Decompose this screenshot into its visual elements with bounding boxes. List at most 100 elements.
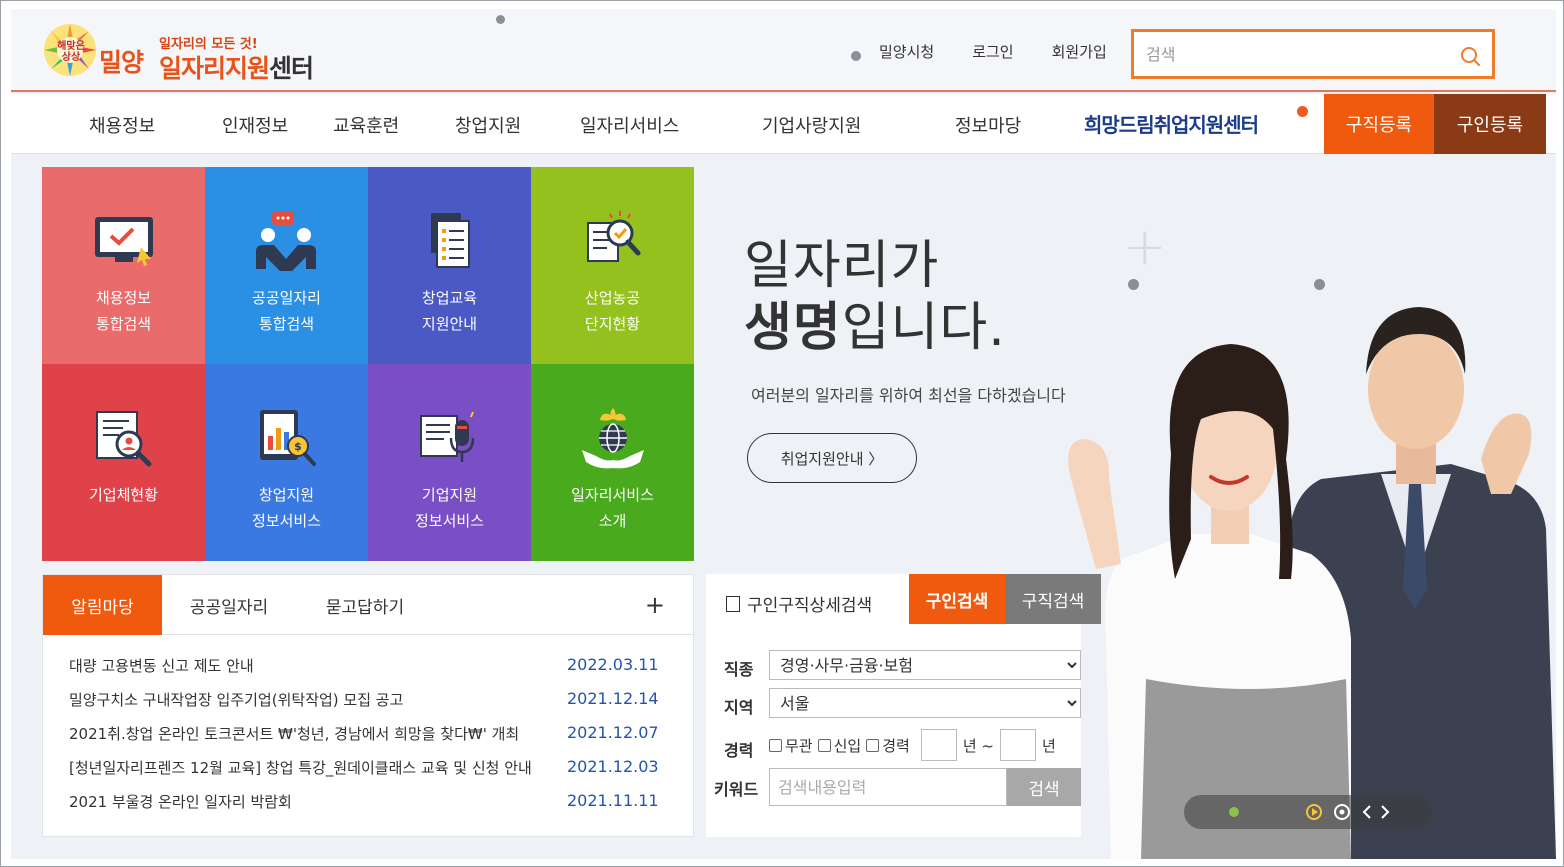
svg-text:$: $ [294, 440, 302, 453]
notice-date: 2022.03.11 [567, 655, 659, 674]
board-tabs: 알림마당 공공일자리 묻고답하기 + [43, 575, 693, 635]
notice-title[interactable]: 밀양구치소 구내작업장 입주기업(위탁작업) 모집 공고 [69, 689, 534, 710]
header: 해맞은 상상 밀양 일자리의 모든 것! 일자리지원센터 밀양시청 로그인 회원… [11, 9, 1556, 92]
list-item[interactable]: 대량 고용변동 신고 제도 안내 2022.03.11 [69, 651, 669, 685]
list-item[interactable]: [청년일자리프렌즈 12월 교육] 창업 특강_원데이클래스 교육 및 신청 안… [69, 753, 669, 787]
chevron-right-icon [1381, 805, 1390, 819]
nav-talent-info[interactable]: 인재정보 [222, 112, 288, 138]
magnifier-document-icon [586, 211, 640, 262]
link-signup[interactable]: 회원가입 [1052, 41, 1107, 62]
tile-company-status[interactable]: 기업체현황 [42, 364, 205, 561]
year-range-separator: 년 ~ [962, 736, 994, 755]
search-report-icon [95, 411, 151, 467]
tile-label: 공공일자리 통합검색 [251, 289, 321, 333]
decorative-dot [851, 50, 861, 61]
tile-label: 창업지원 정보서비스 [251, 486, 321, 530]
tile-label: 창업교육 지원안내 [421, 289, 478, 333]
link-city-hall[interactable]: 밀양시청 [879, 41, 934, 62]
job-search-title: 구인구직상세검색 [726, 591, 872, 616]
top-links: 밀양시청 로그인 회원가입 [851, 41, 1145, 62]
pause-icon [1334, 804, 1350, 820]
career-none-checkbox[interactable]: 무관 [769, 735, 813, 756]
link-login[interactable]: 로그인 [972, 41, 1013, 62]
nav-recruit-info[interactable]: 채용정보 [89, 112, 155, 138]
tile-industrial-complex[interactable]: 산업농공 단지현황 [531, 167, 694, 364]
logo-title-orange: 일자리지원 [159, 54, 270, 83]
hero-title-bold: 생명 [744, 298, 842, 358]
tab-recruit-search[interactable]: 구인검색 [909, 574, 1005, 624]
nav-info-square[interactable]: 정보마당 [955, 112, 1021, 138]
notice-title[interactable]: [청년일자리프렌즈 12월 교육] 창업 특강_원데이클래스 교육 및 신청 안… [69, 757, 534, 778]
year-unit: 년 [1041, 736, 1056, 755]
notice-title[interactable]: 2021취.창업 온라인 토크콘서트 ₩'청년, 경남에서 희망을 찾다₩' 개… [69, 723, 534, 744]
search-icon[interactable] [1458, 44, 1482, 68]
tile-startup-education[interactable]: 창업교육 지원안내 [368, 167, 531, 364]
tile-label: 기업지원 정보서비스 [414, 486, 484, 530]
region-select[interactable]: 서울 [769, 688, 1081, 718]
hero-people-image [1068, 307, 1556, 859]
notice-list: 대량 고용변동 신고 제도 안내 2022.03.11 밀양구치소 구내작업장 … [69, 651, 669, 821]
category-label: 직종 [724, 660, 754, 679]
tile-company-info-service[interactable]: 기업지원 정보서비스 [368, 364, 531, 561]
document-icon [726, 595, 740, 612]
chevron-left-icon [1362, 805, 1371, 819]
tab-qna[interactable]: 묻고답하기 [305, 575, 425, 635]
notice-date: 2021.12.03 [567, 757, 659, 776]
tile-recruit-search[interactable]: 채용정보 통합검색 [42, 167, 205, 364]
tile-job-service-intro[interactable]: 일자리서비스 소개 [531, 364, 694, 561]
nav-job-service[interactable]: 일자리서비스 [580, 112, 679, 138]
notice-board: 알림마당 공공일자리 묻고답하기 + 대량 고용변동 신고 제도 안내 2022… [42, 574, 694, 837]
slider-control [1184, 795, 1432, 829]
year-to-input[interactable] [999, 729, 1036, 761]
more-plus-icon[interactable]: + [645, 591, 665, 619]
list-item[interactable]: 2021 부울경 온라인 일자리 박람회 2021.11.11 [69, 787, 669, 821]
search-box [1131, 29, 1495, 79]
play-icon [1306, 804, 1322, 820]
year-from-input[interactable] [920, 729, 957, 761]
tile-startup-info-service[interactable]: $ 창업지원 정보서비스 [205, 364, 368, 561]
career-new-checkbox[interactable]: 신입 [817, 735, 861, 756]
tile-label: 채용정보 통합검색 [95, 289, 152, 333]
main-nav: 채용정보 인재정보 교육훈련 창업지원 일자리서비스 기업사랑지원 정보마당 희… [11, 94, 1556, 154]
document-mic-icon [419, 411, 474, 462]
search-input[interactable] [1146, 42, 1446, 66]
hero-title-line1: 일자리가 [744, 236, 940, 296]
nav-startup[interactable]: 창업지원 [455, 112, 521, 138]
list-item[interactable]: 2021취.창업 온라인 토크콘서트 ₩'청년, 경남에서 희망을 찾다₩' 개… [69, 719, 669, 753]
notice-title[interactable]: 2021 부울경 온라인 일자리 박람회 [69, 791, 534, 812]
browser-frame: 해맞은 상상 밀양 일자리의 모든 것! 일자리지원센터 밀양시청 로그인 회원… [0, 0, 1564, 867]
hero-title-line2: 생명입니다. [744, 297, 1006, 359]
tile-label: 일자리서비스 소개 [571, 486, 654, 530]
notification-dot [1297, 106, 1308, 117]
region-label: 지역 [724, 698, 754, 717]
jobseek-register-button[interactable]: 구직등록 [1324, 94, 1434, 154]
recruit-register-button[interactable]: 구인등록 [1434, 94, 1546, 154]
tile-public-job-search[interactable]: 공공일자리 통합검색 [205, 167, 368, 364]
tile-label: 기업체현황 [88, 486, 158, 504]
page: 해맞은 상상 밀양 일자리의 모든 것! 일자리지원센터 밀양시청 로그인 회원… [11, 9, 1556, 859]
employment-support-button[interactable]: 취업지원안내 〉 [747, 433, 917, 483]
tab-public-jobs[interactable]: 공공일자리 [169, 575, 289, 635]
notice-date: 2021.12.14 [567, 689, 659, 708]
nav-education[interactable]: 교육훈련 [333, 112, 399, 138]
keyword-input[interactable] [769, 768, 1007, 806]
job-search-button[interactable]: 검색 [1007, 768, 1081, 806]
nav-hope-center[interactable]: 희망드림취업지원센터 [1084, 109, 1259, 138]
career-exp-checkbox[interactable]: 경력 [866, 735, 910, 756]
site-logo[interactable]: 해맞은 상상 밀양 일자리의 모든 것! 일자리지원센터 [41, 17, 341, 83]
monitor-check-icon [94, 217, 153, 266]
notice-date: 2021.11.11 [567, 791, 659, 810]
hero-subtitle: 여러분의 일자리를 위하여 최선을 다하겠습니다 [751, 386, 1066, 405]
notice-date: 2021.12.07 [567, 723, 659, 742]
category-select[interactable]: 경영·사무·금융·보험 [769, 650, 1081, 680]
nav-company-support[interactable]: 기업사랑지원 [762, 112, 861, 138]
notice-title[interactable]: 대량 고용변동 신고 제도 안내 [69, 655, 534, 676]
list-item[interactable]: 밀양구치소 구내작업장 입주기업(위탁작업) 모집 공고 2021.12.14 [69, 685, 669, 719]
decorative-dot [496, 15, 505, 24]
career-label: 경력 [724, 741, 754, 760]
hero-title-rest: 입니다. [841, 298, 1006, 358]
logo-city-name: 밀양 [99, 48, 144, 77]
tab-notices[interactable]: 알림마당 [43, 575, 162, 635]
tab-jobseek-search[interactable]: 구직검색 [1005, 574, 1101, 624]
people-chat-icon [255, 211, 316, 271]
